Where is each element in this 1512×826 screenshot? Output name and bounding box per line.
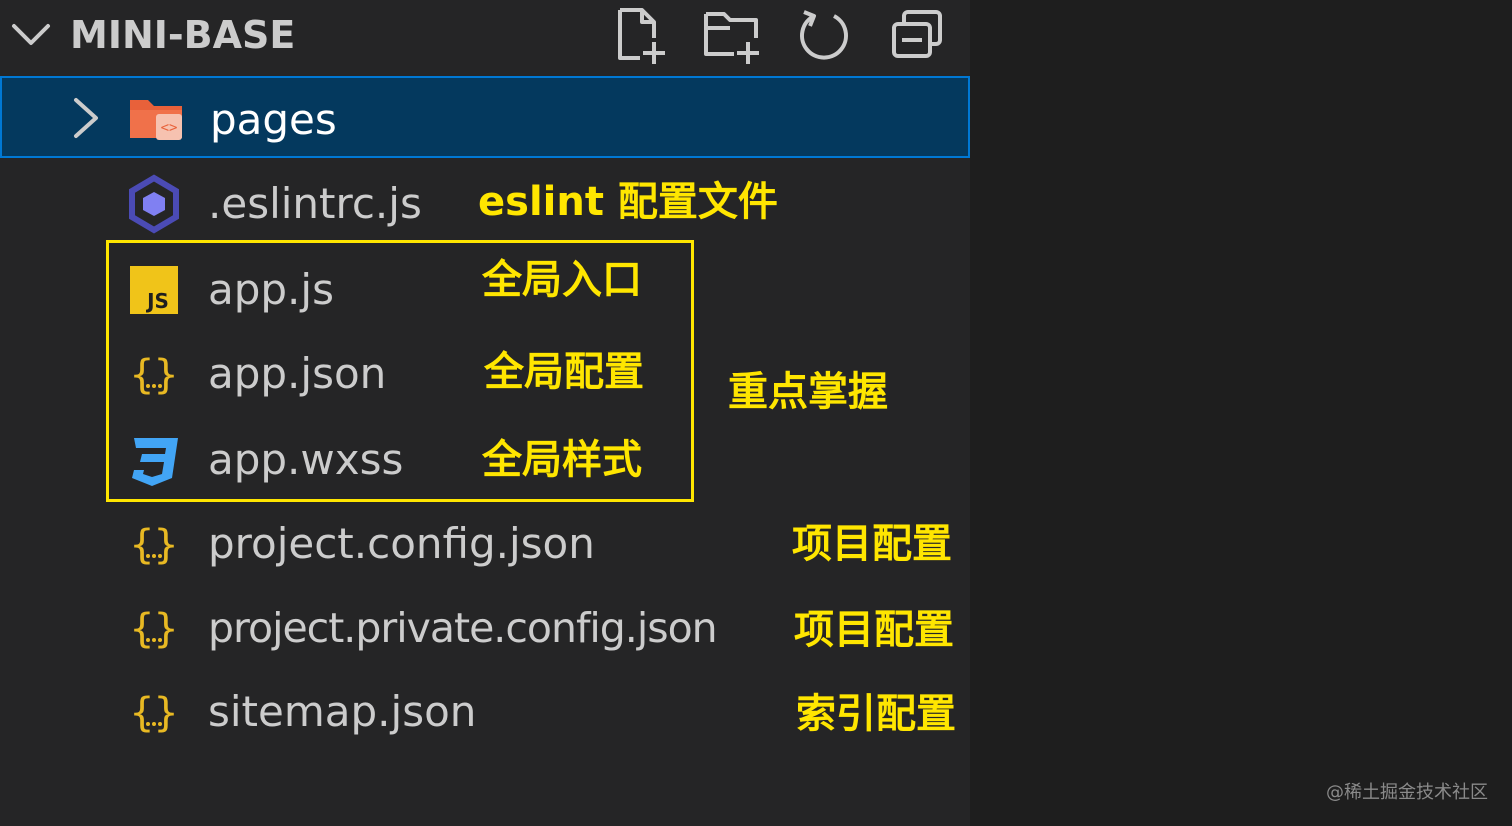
chevron-right-icon[interactable] (66, 96, 106, 140)
annotation-eslintrc: eslint 配置文件 (478, 179, 778, 225)
file-label: sitemap.json (208, 687, 477, 736)
svg-text:{}: {} (130, 606, 178, 652)
new-folder-icon[interactable] (700, 4, 764, 68)
tree-folder-pages[interactable]: <> pages (0, 76, 970, 158)
svg-text:{}: {} (130, 690, 178, 736)
json-icon: {} (124, 514, 184, 574)
json-icon: {} (124, 682, 184, 742)
eslint-icon (124, 174, 184, 234)
json-icon: {} (124, 598, 184, 658)
folder-label: pages (210, 95, 337, 144)
watermark: @稀土掘金技术社区 (1326, 782, 1488, 803)
annotation-project-private-config: 项目配置 (794, 607, 954, 653)
annotation-app-js: 全局入口 (482, 257, 642, 303)
editor-area (970, 0, 1512, 826)
explorer-sidebar: MINI-BASE <> pages .eslintrc.js JS app.j… (0, 0, 970, 826)
chevron-down-icon[interactable] (10, 14, 52, 54)
svg-text:<>: <> (161, 120, 178, 136)
annotation-project-config: 项目配置 (792, 521, 952, 567)
workspace-title[interactable]: MINI-BASE (70, 10, 295, 60)
collapse-all-icon[interactable] (886, 4, 950, 68)
annotation-group: 重点掌握 (728, 369, 888, 415)
annotation-app-wxss: 全局样式 (482, 437, 642, 483)
annotation-sitemap: 索引配置 (796, 691, 956, 737)
folder-icon: <> (126, 88, 186, 148)
file-label: project.private.config.json (208, 604, 718, 652)
explorer-header: MINI-BASE (0, 0, 970, 72)
refresh-icon[interactable] (792, 4, 856, 68)
annotation-app-json: 全局配置 (484, 349, 644, 395)
svg-text:{}: {} (130, 522, 178, 568)
file-label: project.config.json (208, 519, 595, 568)
new-file-icon[interactable] (606, 4, 670, 68)
screenshot-root: MINI-BASE <> pages .eslintrc.js JS app.j… (0, 0, 1512, 826)
file-label: .eslintrc.js (208, 179, 422, 228)
